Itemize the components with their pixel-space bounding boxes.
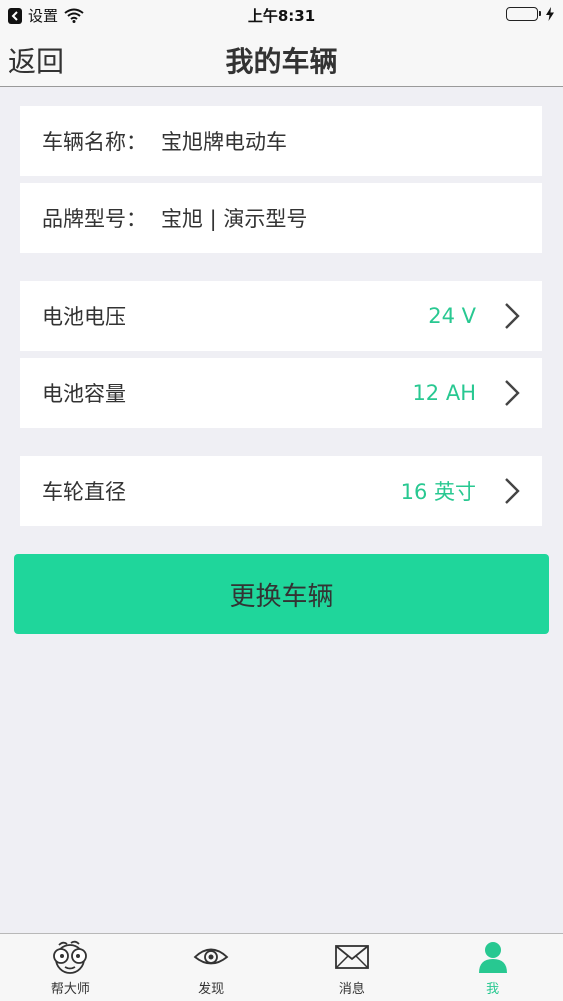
tab-discover[interactable]: 发现: [141, 934, 282, 1001]
status-right: [506, 7, 555, 21]
tab-messages[interactable]: 消息: [282, 934, 423, 1001]
page-title: 我的车辆: [225, 45, 338, 78]
tab-master[interactable]: 帮大师: [0, 934, 141, 1001]
chevron-right-icon: [505, 380, 520, 406]
wheel-diameter-label: 车轮直径: [42, 480, 126, 504]
status-bar: 设置 上午8:31: [0, 0, 563, 30]
navigation-bar: 返回 我的车辆: [0, 30, 563, 87]
chevron-right-icon: [505, 303, 520, 329]
person-icon: [478, 942, 507, 973]
tab-label: 消息: [338, 982, 365, 997]
eye-icon: [193, 948, 229, 965]
brand-model-card: 品牌型号： 宝旭 | 演示型号: [20, 183, 542, 253]
tab-me[interactable]: 我: [422, 934, 563, 1001]
battery-icon: [506, 7, 541, 21]
battery-capacity-label: 电池容量: [42, 382, 126, 406]
brand-model-value: 宝旭 | 演示型号: [161, 207, 308, 231]
vehicle-name-label: 车辆名称：: [42, 130, 147, 154]
brand-model-label: 品牌型号：: [42, 207, 147, 231]
charging-bolt-icon: [546, 7, 554, 21]
wheel-diameter-row[interactable]: 车轮直径 16 英寸: [20, 456, 542, 526]
change-vehicle-button[interactable]: 更换车辆: [14, 554, 549, 634]
wheel-diameter-value: 16 英寸: [400, 480, 476, 504]
tab-label: 帮大师: [50, 982, 90, 997]
battery-capacity-row[interactable]: 电池容量 12 AH: [20, 358, 542, 428]
battery-tip: [538, 11, 541, 16]
battery-voltage-value: 24 V: [428, 304, 476, 328]
mascot-icon: [53, 940, 88, 974]
vehicle-name-value: 宝旭牌电动车: [161, 130, 287, 154]
tab-bar: 帮大师 发现 消息 我: [0, 933, 563, 1001]
chevron-right-icon: [505, 478, 520, 504]
tab-label: 我: [486, 982, 500, 997]
battery-voltage-label: 电池电压: [42, 305, 126, 329]
vehicle-name-card: 车辆名称： 宝旭牌电动车: [20, 106, 542, 176]
tab-label: 发现: [198, 982, 225, 997]
envelope-icon: [334, 945, 369, 969]
status-time: 上午8:31: [247, 7, 316, 25]
battery-voltage-row[interactable]: 电池电压 24 V: [20, 281, 542, 351]
battery-capacity-value: 12 AH: [412, 381, 476, 405]
